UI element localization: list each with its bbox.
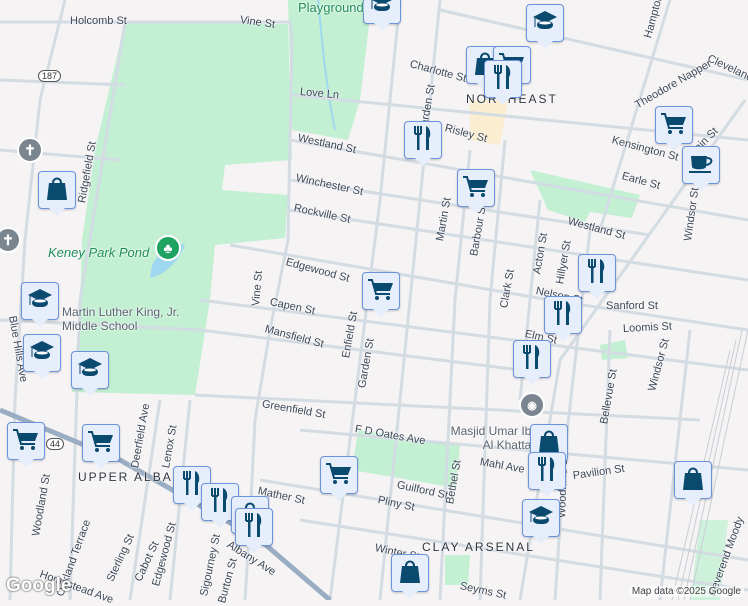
playground-label[interactable]: Playground [298, 1, 364, 15]
street-label-loomis-st: Loomis St [622, 320, 673, 335]
grocery-cart-marker[interactable] [457, 169, 495, 214]
keney-park-pond-label[interactable]: Keney Park Pond [48, 246, 149, 260]
shopping-bag-icon [396, 557, 424, 590]
church-icon[interactable]: ✝ [17, 137, 43, 163]
grocery-cart-icon [325, 459, 353, 492]
grocery-cart-icon [12, 425, 40, 458]
restaurant-icon [518, 343, 546, 376]
map-attribution[interactable]: Map data ©2025 Google [628, 586, 744, 597]
school-icon [26, 285, 54, 318]
restaurant-icon [206, 486, 234, 519]
grocery-cart-icon [87, 427, 115, 460]
grocery-cart-marker[interactable] [320, 456, 358, 501]
school-icon [527, 502, 555, 535]
shopping-bag-icon [679, 464, 707, 497]
school-marker[interactable] [522, 499, 560, 544]
coffee-marker[interactable] [682, 146, 720, 191]
neighborhood-clay-arsenal: CLAY ARSENAL [422, 540, 535, 554]
coffee-icon [687, 149, 715, 182]
restaurant-icon [549, 299, 577, 332]
street-label-sanford-st: Sanford St [606, 300, 658, 312]
restaurant-icon [533, 455, 561, 488]
school-icon [368, 0, 396, 22]
grocery-cart-marker[interactable] [655, 106, 693, 151]
restaurant-marker[interactable] [404, 121, 442, 166]
mlk-middle-school-label[interactable]: Martin Luther King, Jr. Middle School [62, 305, 192, 333]
school-icon [76, 354, 104, 387]
grocery-cart-icon [660, 109, 688, 142]
restaurant-icon [489, 63, 517, 96]
grocery-cart-marker[interactable] [82, 424, 120, 469]
grocery-cart-icon [367, 275, 395, 308]
grocery-cart-icon [462, 172, 490, 205]
school-marker[interactable] [526, 4, 564, 49]
grocery-cart-marker[interactable] [362, 272, 400, 317]
school-marker[interactable] [23, 334, 61, 379]
shopping-bag-marker[interactable] [391, 554, 429, 599]
school-marker[interactable] [71, 351, 109, 396]
school-icon [531, 7, 559, 40]
restaurant-marker[interactable] [235, 508, 273, 553]
restaurant-marker[interactable] [528, 452, 566, 497]
grocery-cart-marker[interactable] [7, 422, 45, 467]
park-tree-icon[interactable]: ♣ [155, 235, 181, 261]
mosque-icon[interactable]: ◉ [519, 392, 545, 418]
route-187-shield: 187 [38, 70, 62, 82]
shopping-bag-icon [43, 174, 71, 207]
masjid-label[interactable]: Masjid Umar Ibn Al Khattab [438, 424, 538, 452]
restaurant-marker[interactable] [578, 254, 616, 299]
route-44-shield: 44 [46, 438, 65, 450]
school-marker[interactable] [363, 0, 401, 31]
restaurant-icon [409, 124, 437, 157]
school-icon [28, 337, 56, 370]
google-logo: Google [6, 575, 72, 596]
restaurant-marker[interactable] [484, 60, 522, 105]
school-marker[interactable] [21, 282, 59, 327]
restaurant-icon [240, 511, 268, 544]
shopping-bag-marker[interactable] [38, 171, 76, 216]
shopping-bag-marker[interactable] [674, 461, 712, 506]
street-label-holcomb-st: Holcomb St [70, 15, 127, 27]
restaurant-marker[interactable] [513, 340, 551, 385]
restaurant-marker[interactable] [544, 296, 582, 341]
restaurant-icon [583, 257, 611, 290]
